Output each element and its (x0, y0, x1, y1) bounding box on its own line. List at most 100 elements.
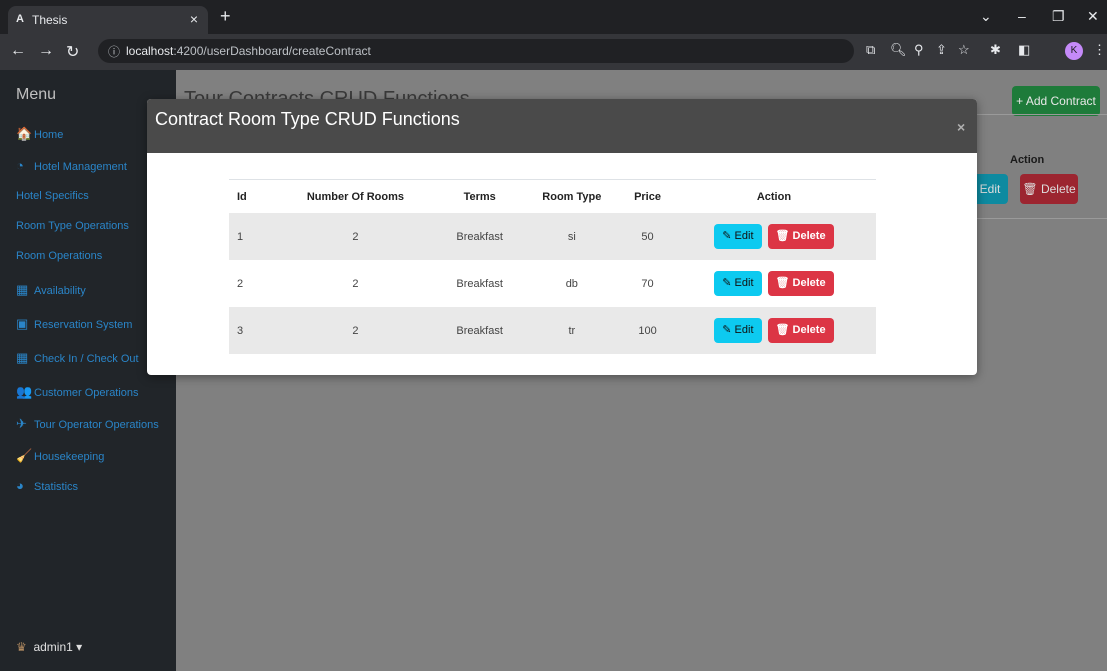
cell-price: 50 (623, 213, 672, 260)
tab-title: Thesis (32, 13, 68, 27)
sidebar-title: Menu (16, 86, 57, 103)
sidebar-item-housekeeping[interactable]: 🧹 Housekeeping (16, 448, 104, 464)
delete-button[interactable]: 🗑 Delete (767, 318, 834, 343)
cell-actions: ✎ Edit 🗑 Delete (671, 307, 876, 354)
delete-button[interactable]: 🗑 Delete (767, 271, 834, 296)
sidebar-item-hotel-management[interactable]: ◔ Hotel Management (16, 158, 127, 173)
location-icon[interactable]: ⚲ (914, 42, 924, 58)
cell-rooms: 2 (352, 277, 359, 290)
cell-rooms: 2 (272, 307, 439, 354)
sidebar-item-room-operations[interactable]: Room Operations (16, 250, 102, 262)
column-header-price: Price (623, 179, 672, 213)
column-header-action: Action (671, 179, 876, 213)
new-tab-icon[interactable]: + (220, 6, 231, 27)
modal-header: Contract Room Type CRUD Functions × (147, 99, 977, 153)
address-bar[interactable]: ⓘ localhost:4200/userDashboard/createCon… (98, 39, 854, 63)
room-type-table: Id Number Of Rooms Terms Room Type Price… (229, 179, 876, 354)
minimize-icon[interactable]: – (1018, 8, 1026, 24)
back-icon[interactable]: ← (10, 42, 26, 60)
user-menu[interactable]: ♛ admin1 ▾ (16, 640, 82, 654)
tab-search-icon[interactable]: ⌄ (980, 8, 992, 25)
cell-actions: ✎ Edit 🗑 Delete (671, 213, 876, 260)
cell-rooms: 2 (272, 213, 439, 260)
cell-room-type: tr (520, 307, 624, 354)
browser-toolbar: ← → ↻ ⓘ localhost:4200/userDashboard/cre… (0, 34, 1107, 70)
restore-icon[interactable]: ❐ (1052, 8, 1065, 25)
sidebar-item-reservation-system[interactable]: ▣ Reservation System (16, 316, 132, 332)
sidebar-item-availability[interactable]: ▦ Availability (16, 282, 86, 298)
chevron-down-icon: ▾ (76, 640, 83, 654)
browser-tab[interactable]: A Thesis × (8, 6, 208, 34)
cell-id: 2 (237, 277, 244, 290)
share-icon[interactable]: ⇪ (936, 42, 947, 58)
column-header-rooms: Number Of Rooms (272, 179, 439, 213)
people-icon: 👥 (16, 384, 33, 399)
sidebar-item-statistics[interactable]: ◕ Statistics (16, 478, 78, 493)
sidebar-item-room-type-operations[interactable]: Room Type Operations (16, 220, 129, 232)
column-header-room-type: Room Type (520, 179, 624, 213)
pencil-icon: ✎ (722, 277, 732, 289)
tab-favicon-icon: A (16, 13, 24, 25)
url-text: localhost:4200/userDashboard/createContr… (126, 44, 371, 58)
profile-avatar[interactable]: K (1065, 42, 1083, 60)
contract-edit-button[interactable]: Edit (972, 174, 1008, 204)
pie-chart-icon: ◕ (16, 478, 24, 493)
table-row: 1 2 Breakfast si 50 ✎ Edit 🗑 Delete (229, 213, 876, 260)
sidebar-item-home[interactable]: 🏠 Home (16, 126, 63, 142)
cell-terms: Breakfast (456, 277, 503, 290)
extensions-icon[interactable]: ✱ (990, 42, 1001, 58)
cell-actions: ✎ Edit 🗑 Delete (672, 260, 876, 307)
plane-icon: ✈ (16, 416, 27, 431)
pencil-icon: ✎ (722, 230, 732, 242)
site-info-icon[interactable]: ⓘ (108, 43, 120, 60)
column-header-id: Id (229, 179, 272, 213)
browser-tab-bar: A Thesis × + ⌄ – ❐ ✕ (0, 0, 1107, 34)
edit-button[interactable]: ✎ Edit (714, 271, 762, 296)
edit-button[interactable]: ✎ Edit (714, 318, 762, 343)
cell-price: 100 (623, 307, 672, 354)
trash-icon: 🗑 (775, 277, 790, 289)
table-divider (976, 114, 1107, 115)
sidebar-item-customer-operations[interactable]: 👥 Customer Operations (16, 384, 139, 400)
username: admin1 (33, 640, 73, 654)
cell-room-type: db (565, 277, 578, 290)
trash-icon: 🗑 (775, 324, 790, 336)
contract-delete-button[interactable]: 🗑 Delete (1020, 174, 1078, 204)
bookmark-star-icon[interactable]: ☆ (958, 42, 970, 58)
cell-id: 1 (229, 213, 272, 260)
dashboard-icon: ◔ (16, 158, 24, 173)
column-header-terms: Terms (438, 179, 521, 213)
tab-close-icon[interactable]: × (190, 11, 198, 27)
sidebar-item-tour-operator-operations[interactable]: ✈ Tour Operator Operations (16, 416, 159, 432)
table-row: 3 2 Breakfast tr 100 ✎ Edit 🗑 Delete (229, 307, 876, 354)
pencil-icon: ✎ (722, 324, 732, 336)
sidepanel-icon[interactable]: ◧ (1018, 42, 1030, 58)
table-row: 2 2 Breakfast db 70 ✎ Edit 🗑 Delete (229, 260, 876, 307)
cell-room-type: si (520, 213, 624, 260)
trash-icon: 🗑 (1022, 182, 1038, 196)
cell-terms: Breakfast (438, 213, 521, 260)
action-column-header: Action (1010, 154, 1045, 166)
broom-icon: 🧹 (16, 448, 33, 463)
sidebar-item-hotel-specifics[interactable]: Hotel Specifics (16, 190, 89, 202)
cell-terms: Breakfast (438, 307, 521, 354)
table-divider (976, 218, 1107, 219)
user-avatar-icon: ♛ (16, 640, 27, 654)
edit-button[interactable]: ✎ Edit (714, 224, 762, 249)
delete-button[interactable]: 🗑 Delete (767, 224, 834, 249)
cell-price: 70 (641, 277, 654, 290)
calendar-check-icon: ▦ (16, 350, 29, 365)
modal-title: Contract Room Type CRUD Functions (155, 109, 460, 129)
close-icon[interactable]: × (957, 119, 965, 135)
more-menu-icon[interactable]: ⋮ (1093, 42, 1106, 58)
zoom-icon[interactable]: 🔍︎ (890, 42, 907, 58)
reload-icon[interactable]: ↻ (66, 42, 79, 62)
translate-icon[interactable]: ⧉ (866, 42, 875, 58)
add-contract-button[interactable]: + Add Contract (1012, 86, 1100, 116)
close-window-icon[interactable]: ✕ (1087, 8, 1099, 25)
forward-icon[interactable]: → (38, 42, 54, 60)
sidebar-item-check-in-out[interactable]: ▦ Check In / Check Out (16, 350, 139, 366)
room-type-modal: Contract Room Type CRUD Functions × Id N… (147, 99, 977, 375)
home-icon: 🏠 (16, 126, 33, 141)
cell-id: 3 (229, 307, 272, 354)
